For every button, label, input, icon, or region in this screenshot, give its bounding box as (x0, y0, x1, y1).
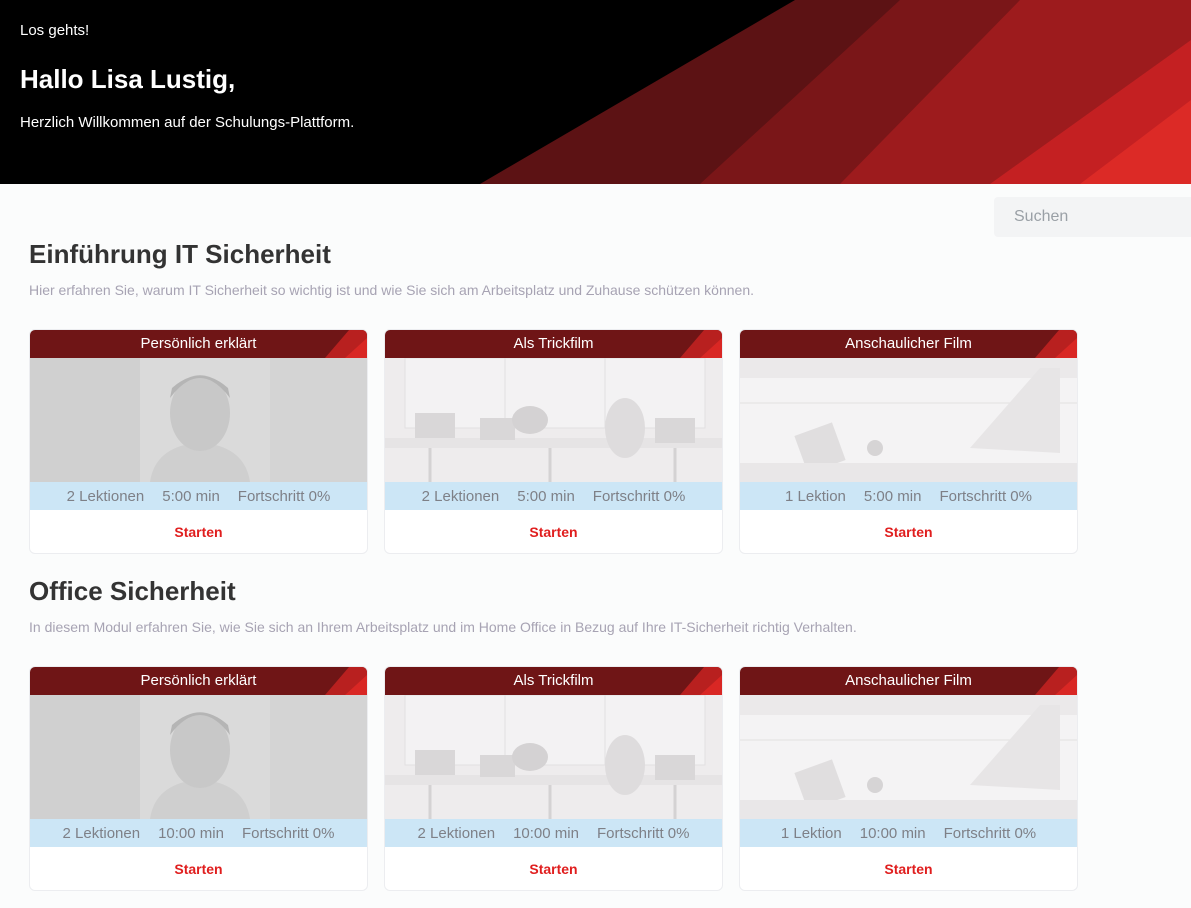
course-card[interactable]: Anschaulicher Film 1 Lektion 10:00 min F… (739, 666, 1078, 891)
welcome-text: Herzlich Willkommen auf der Schulungs-Pl… (20, 114, 355, 131)
module-section-office-security: Office Sicherheit In diesem Modul erfahr… (29, 576, 1089, 891)
desk-photo-icon (740, 695, 1077, 819)
lesson-count: 1 Lektion (780, 824, 842, 842)
duration: 10:00 min (513, 824, 579, 842)
card-header: Anschaulicher Film (740, 330, 1077, 358)
progress: Fortschritt 0% (939, 487, 1032, 505)
progress: Fortschritt 0% (943, 824, 1037, 842)
person-portrait-icon (30, 358, 367, 482)
card-meta: 2 Lektionen 10:00 min Fortschritt 0% (385, 819, 722, 847)
card-header: Persönlich erklärt (30, 330, 367, 358)
office-illustration-icon (385, 358, 722, 482)
card-title: Als Trickfilm (513, 672, 594, 689)
start-button[interactable]: Starten (30, 847, 367, 890)
course-card[interactable]: Persönlich erklärt 2 Lektionen 5:00 min … (29, 329, 368, 554)
office-illustration-icon (385, 695, 722, 819)
progress: Fortschritt 0% (237, 487, 331, 505)
course-card[interactable]: Als Trickfilm (384, 666, 723, 891)
start-button[interactable]: Starten (740, 847, 1077, 890)
card-header: Persönlich erklärt (30, 667, 367, 695)
progress: Fortschritt 0% (241, 824, 335, 842)
start-button[interactable]: Starten (385, 847, 722, 890)
lesson-count: 2 Lektionen (66, 487, 145, 505)
search-input[interactable] (994, 197, 1191, 237)
card-title: Als Trickfilm (513, 335, 594, 352)
greeting-title: Hallo Lisa Lustig, (20, 64, 236, 94)
person-portrait-icon (30, 695, 367, 819)
progress: Fortschritt 0% (592, 487, 686, 505)
duration: 5:00 min (162, 487, 220, 505)
progress: Fortschritt 0% (596, 824, 690, 842)
lesson-count: 1 Lektion (785, 487, 846, 505)
section-description: In diesem Modul erfahren Sie, wie Sie si… (29, 619, 857, 635)
duration: 5:00 min (517, 487, 575, 505)
lesson-count: 2 Lektionen (421, 487, 500, 505)
start-button[interactable]: Starten (30, 510, 367, 553)
hero-banner: Los gehts! Hallo Lisa Lustig, Herzlich W… (0, 0, 1191, 184)
card-header: Anschaulicher Film (740, 667, 1077, 695)
lesson-count: 2 Lektionen (417, 824, 496, 842)
card-meta: 2 Lektionen 10:00 min Fortschritt 0% (30, 819, 367, 847)
card-header: Als Trickfilm (385, 330, 722, 358)
duration: 10:00 min (158, 824, 224, 842)
card-title: Persönlich erklärt (140, 335, 257, 352)
card-title: Anschaulicher Film (845, 672, 972, 689)
course-card[interactable]: Anschaulicher Film 1 Lektion 5:00 min Fo… (739, 329, 1078, 554)
duration: 5:00 min (863, 487, 922, 505)
course-card[interactable]: Persönlich erklärt 2 Lektionen 10:00 min… (29, 666, 368, 891)
start-button[interactable]: Starten (740, 510, 1077, 553)
desk-photo-icon (740, 358, 1077, 482)
card-title: Anschaulicher Film (845, 335, 972, 352)
hero-kicker: Los gehts! (20, 22, 90, 39)
section-title: Office Sicherheit (29, 576, 236, 606)
card-meta: 2 Lektionen 5:00 min Fortschritt 0% (385, 482, 722, 510)
course-card-list: Persönlich erklärt 2 Lektionen 5:00 min … (29, 329, 1078, 554)
course-card[interactable]: Als Trickfilm (384, 329, 723, 554)
module-section-it-security: Einführung IT Sicherheit Hier erfahren S… (29, 239, 1089, 554)
card-header: Als Trickfilm (385, 667, 722, 695)
start-button[interactable]: Starten (385, 510, 722, 553)
card-meta: 1 Lektion 5:00 min Fortschritt 0% (740, 482, 1077, 510)
section-title: Einführung IT Sicherheit (29, 239, 331, 269)
card-meta: 1 Lektion 10:00 min Fortschritt 0% (740, 819, 1077, 847)
lesson-count: 2 Lektionen (62, 824, 141, 842)
course-card-list: Persönlich erklärt 2 Lektionen 10:00 min… (29, 666, 1078, 891)
duration: 10:00 min (859, 824, 926, 842)
card-meta: 2 Lektionen 5:00 min Fortschritt 0% (30, 482, 367, 510)
card-title: Persönlich erklärt (140, 672, 257, 689)
section-description: Hier erfahren Sie, warum IT Sicherheit s… (29, 282, 754, 298)
